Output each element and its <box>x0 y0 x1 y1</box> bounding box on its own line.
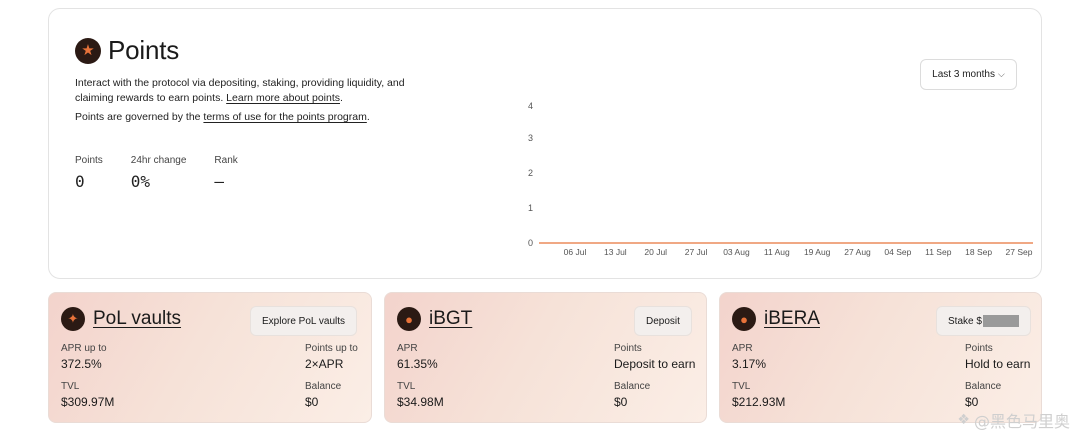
x-tick-label: 27 Jul <box>685 247 708 257</box>
points-chart: 4 3 2 1 0 06 Jul 13 Jul 20 Jul 27 Jul 03 Aug 11 Au… <box>528 101 1033 257</box>
stat-value: 0% <box>130 172 151 191</box>
ibgt-logo-icon: ● <box>397 307 421 331</box>
tile-stat-label: Points <box>965 343 993 354</box>
x-tick-label: 27 Sep <box>1006 247 1033 257</box>
tile-stat-value: Deposit to earn <box>614 357 696 371</box>
tile-stat-apr: APR up to 372.5% <box>61 343 107 371</box>
tile-stat-balance: Balance $0 <box>614 381 650 409</box>
x-tick-label: 13 Jul <box>604 247 627 257</box>
x-tick-label: 06 Jul <box>564 247 587 257</box>
tile-header: ✦ PoL vaults <box>61 307 181 331</box>
tile-header: ● iBGT <box>397 307 472 331</box>
points-governance: Points are governed by the terms of use … <box>75 111 370 123</box>
redacted-mask <box>982 315 1019 327</box>
tile-stat-label: APR up to <box>61 343 107 354</box>
tile-stat-label: TVL <box>732 381 751 392</box>
deposit-button[interactable]: Deposit <box>634 306 692 336</box>
stat-points: Points 0 <box>75 155 103 191</box>
tile-stat-label: TVL <box>61 381 80 392</box>
x-tick-label: 11 Aug <box>764 247 790 257</box>
stat-value: 0 <box>75 172 85 191</box>
points-description: Interact with the protocol via depositin… <box>75 77 405 104</box>
y-tick-label: 1 <box>528 203 533 213</box>
tile-stat-tvl: TVL $34.98M <box>397 381 444 409</box>
tile-stat-value: 3.17% <box>732 357 767 371</box>
ibera-bear-logo-icon: ● <box>732 307 756 331</box>
chevron-down-icon: ⌵ <box>997 69 1005 79</box>
tile-stat-value: Hold to earn <box>965 357 1031 371</box>
x-tick-label: 04 Sep <box>884 247 911 257</box>
tile-stat-apr: APR 61.35% <box>397 343 438 371</box>
tile-stat-points: Points Deposit to earn <box>614 343 695 371</box>
star-badge-icon: ★ <box>75 37 101 64</box>
tile-stat-value: $212.93M <box>732 395 786 409</box>
y-tick-label: 3 <box>528 133 533 143</box>
stat-rank: Rank — <box>214 155 237 191</box>
watermark-text: @黑色马里奥 <box>973 412 1070 431</box>
stake-button[interactable]: Stake $ <box>936 306 1031 336</box>
pol-vaults-logo-icon: ✦ <box>61 307 85 331</box>
tile-stat-value: $34.98M <box>397 395 444 409</box>
tile-stat-label: APR <box>397 343 418 354</box>
learn-more-link[interactable]: Learn more about points <box>226 92 340 104</box>
tile-stat-points: Points up to 2×APR <box>305 343 358 371</box>
tile-stat-label: Points <box>614 343 642 354</box>
x-tick-label: 03 Aug <box>723 247 750 257</box>
stat-label: 24hr change <box>130 155 187 166</box>
governed-suffix: . <box>366 111 370 123</box>
y-tick-label: 2 <box>528 168 533 178</box>
points-stats: Points 0 24hr change 0% Rank — <box>75 155 266 191</box>
tile-stat-value: 61.35% <box>397 357 438 371</box>
tile-stat-points: Points Hold to earn <box>965 343 1030 371</box>
tile-stat-value: 372.5% <box>61 357 102 371</box>
tile-stat-label: Balance <box>614 381 651 392</box>
stat-value: — <box>214 172 225 191</box>
tile-stat-value: $0 <box>305 395 319 409</box>
watermark: ❖ @黑色马里奥 <box>957 408 1070 432</box>
points-card: ★ Points Interact with the protocol via … <box>48 8 1042 279</box>
tile-pol-vaults: ✦ PoL vaults Explore PoL vaults APR up t… <box>48 292 372 423</box>
tile-header: ● iBERA <box>732 307 820 331</box>
terms-link[interactable]: terms of use for the points program <box>203 111 366 123</box>
tile-ibera: ● iBERA Stake $ APR 3.17% Points Hold to… <box>719 292 1042 423</box>
tile-title-link[interactable]: iBGT <box>429 308 472 330</box>
tile-stat-value: 2×APR <box>305 357 344 371</box>
tile-stat-value: $0 <box>965 395 979 409</box>
stake-button-label: Stake $ <box>948 315 982 327</box>
points-header: ★ Points <box>75 35 179 66</box>
date-range-label: Last 3 months <box>932 69 995 80</box>
tile-stat-label: Balance <box>965 381 1002 392</box>
tile-stat-balance: Balance $0 <box>965 381 1001 409</box>
tile-ibgt: ● iBGT Deposit APR 61.35% Points Deposit… <box>384 292 707 423</box>
page-title: Points <box>108 35 180 65</box>
explore-pol-vaults-button[interactable]: Explore PoL vaults <box>250 306 358 336</box>
governed-prefix: Points are governed by the <box>75 111 201 123</box>
tile-stat-tvl: TVL $309.97M <box>61 381 114 409</box>
tile-title-link[interactable]: PoL vaults <box>93 308 181 330</box>
stat-label: Points <box>75 155 103 166</box>
tile-stat-label: APR <box>732 343 753 354</box>
x-tick-label: 20 Jul <box>644 247 667 257</box>
tile-stat-label: Points up to <box>305 343 358 354</box>
tile-title-link[interactable]: iBERA <box>764 308 820 330</box>
tile-stat-tvl: TVL $212.93M <box>732 381 785 409</box>
watermark-icon: ❖ <box>957 412 970 428</box>
tile-stat-value: $0 <box>614 395 628 409</box>
tile-stat-label: Balance <box>305 381 342 392</box>
stat-label: Rank <box>214 155 238 166</box>
x-tick-label: 27 Aug <box>844 247 871 257</box>
x-tick-label: 19 Aug <box>804 247 831 257</box>
y-tick-label: 0 <box>528 238 533 248</box>
tile-stat-apr: APR 3.17% <box>732 343 766 371</box>
x-tick-label: 11 Sep <box>925 247 952 257</box>
tile-stat-value: $309.97M <box>61 395 115 409</box>
tile-stat-balance: Balance $0 <box>305 381 341 409</box>
tile-stat-label: TVL <box>397 381 416 392</box>
date-range-dropdown[interactable]: Last 3 months ⌵ <box>920 59 1017 90</box>
x-tick-label: 18 Sep <box>965 247 992 257</box>
stat-24hr-change: 24hr change 0% <box>131 155 187 191</box>
y-tick-label: 4 <box>528 101 533 111</box>
